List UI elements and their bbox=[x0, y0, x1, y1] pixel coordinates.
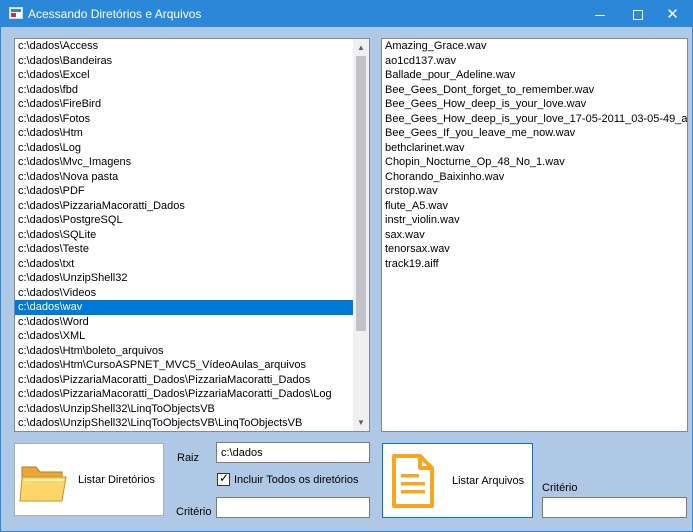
directory-item[interactable]: c:\dados\fbd bbox=[15, 83, 353, 98]
directory-item[interactable]: c:\dados\Mvc_Imagens bbox=[15, 155, 353, 170]
directory-item[interactable]: c:\dados\Htm\CursoASPNET_MVC5_VídeoAulas… bbox=[15, 358, 353, 373]
directory-item[interactable]: c:\dados\PDF bbox=[15, 184, 353, 199]
directory-item[interactable]: c:\dados\Teste bbox=[15, 242, 353, 257]
directory-item[interactable]: c:\dados\UnzipShell32 bbox=[15, 271, 353, 286]
directory-item[interactable]: c:\dados\wav bbox=[15, 300, 353, 315]
files-listbox[interactable]: Amazing_Grace.wav ao1cd137.wav Ballade_pou… bbox=[381, 38, 688, 432]
directory-item[interactable]: c:\dados\PizzariaMacoratti_Dados\Pizzari… bbox=[15, 387, 353, 402]
criterio2-label: Critério bbox=[542, 482, 578, 494]
criterio-input[interactable] bbox=[216, 497, 370, 518]
raiz-label: Raiz bbox=[177, 452, 200, 464]
title-bar[interactable]: Acessando Diretórios e Arquivos ✕ bbox=[1, 1, 692, 27]
file-item[interactable]: Bee_Gees_How_deep_is_your_love.wav bbox=[382, 97, 687, 112]
file-item[interactable]: Bee_Gees_How_deep_is_your_love_17-05-201… bbox=[382, 112, 687, 127]
directory-item[interactable]: c:\dados\UnzipShell32\LinqToObjectsVB bbox=[15, 402, 353, 417]
directory-item[interactable]: c:\dados\UnzipShell32\LinqToObjectsVB\Li… bbox=[15, 416, 353, 431]
directory-item[interactable]: c:\dados\Fotos bbox=[15, 112, 353, 127]
scroll-down-icon[interactable]: ▼ bbox=[353, 414, 369, 431]
directory-item[interactable]: c:\dados\Excel bbox=[15, 68, 353, 83]
directory-item[interactable]: c:\dados\Bandeiras bbox=[15, 54, 353, 69]
file-item[interactable]: bethclarinet.wav bbox=[382, 141, 687, 156]
raiz-input[interactable] bbox=[216, 442, 370, 463]
minimize-icon bbox=[595, 14, 605, 16]
directory-item[interactable]: c:\dados\Videos bbox=[15, 286, 353, 301]
file-item[interactable]: ao1cd137.wav bbox=[382, 54, 687, 69]
scroll-up-icon[interactable]: ▲ bbox=[353, 39, 369, 56]
directory-item[interactable]: c:\dados\txt bbox=[15, 257, 353, 272]
directory-item[interactable]: c:\dados\Access bbox=[15, 39, 353, 54]
file-item[interactable]: crstop.wav bbox=[382, 184, 687, 199]
directory-item[interactable]: c:\dados\SQLite bbox=[15, 228, 353, 243]
criterio2-input[interactable] bbox=[542, 497, 687, 518]
file-item[interactable]: flute_A5.wav bbox=[382, 199, 687, 214]
window-title: Acessando Diretórios e Arquivos bbox=[28, 7, 202, 21]
file-item[interactable]: Ballade_pour_Adeline.wav bbox=[382, 68, 687, 83]
directory-item[interactable]: c:\dados\PostgreSQL bbox=[15, 213, 353, 228]
directory-item[interactable]: c:\dados\Log bbox=[15, 141, 353, 156]
list-files-button[interactable]: Listar Arquivos bbox=[382, 443, 533, 518]
document-icon bbox=[392, 454, 434, 508]
list-files-label: Listar Arquivos bbox=[452, 475, 525, 487]
directories-list: c:\dados\Access c:\dados\Bandeiras c:\dado… bbox=[15, 39, 353, 431]
file-item[interactable]: Chopin_Nocturne_Op_48_No_1.wav bbox=[382, 155, 687, 170]
include-all-checkbox[interactable]: ✓ bbox=[217, 471, 230, 486]
folder-icon bbox=[19, 466, 67, 502]
main-window: Acessando Diretórios e Arquivos ✕ c:\dad… bbox=[0, 0, 693, 532]
directories-listbox[interactable]: c:\dados\Access c:\dados\Bandeiras c:\dado… bbox=[14, 38, 370, 432]
include-all-label[interactable]: Incluir Todos os diretórios bbox=[234, 474, 359, 486]
directory-item[interactable]: c:\dados\Nova pasta bbox=[15, 170, 353, 185]
directory-item[interactable]: c:\dados\FireBird bbox=[15, 97, 353, 112]
file-item[interactable]: track19.aiff bbox=[382, 257, 687, 272]
close-button[interactable]: ✕ bbox=[653, 1, 692, 27]
directory-item[interactable]: c:\dados\PizzariaMacoratti_Dados\Pizzari… bbox=[15, 373, 353, 388]
directory-item[interactable]: c:\dados\Word bbox=[15, 315, 353, 330]
files-list: Amazing_Grace.wav ao1cd137.wav Ballade_pou… bbox=[382, 39, 687, 271]
directories-scrollbar[interactable]: ▲ ▼ bbox=[353, 39, 369, 431]
file-item[interactable]: instr_violin.wav bbox=[382, 213, 687, 228]
list-directories-label: Listar Diretórios bbox=[78, 474, 156, 486]
form-icon[interactable] bbox=[9, 7, 23, 19]
close-icon: ✕ bbox=[666, 6, 679, 24]
criterio-label: Critério bbox=[176, 506, 212, 518]
list-directories-button[interactable]: Listar Diretórios bbox=[14, 443, 164, 516]
file-item[interactable]: Chorando_Baixinho.wav bbox=[382, 170, 687, 185]
directory-item[interactable]: c:\dados\Htm\boleto_arquivos bbox=[15, 344, 353, 359]
directory-item[interactable]: c:\dados\XML bbox=[15, 329, 353, 344]
directory-item[interactable]: c:\dados\PizzariaMacoratti_Dados bbox=[15, 199, 353, 214]
file-item[interactable]: Bee_Gees_If_you_leave_me_now.wav bbox=[382, 126, 687, 141]
file-item[interactable]: Bee_Gees_Dont_forget_to_remember.wav bbox=[382, 83, 687, 98]
file-item[interactable]: tenorsax.wav bbox=[382, 242, 687, 257]
scroll-thumb[interactable] bbox=[356, 56, 366, 331]
directory-item[interactable]: c:\dados\Htm bbox=[15, 126, 353, 141]
maximize-icon bbox=[633, 10, 643, 21]
file-item[interactable]: Amazing_Grace.wav bbox=[382, 39, 687, 54]
check-icon: ✓ bbox=[219, 471, 230, 485]
file-item[interactable]: sax.wav bbox=[382, 228, 687, 243]
